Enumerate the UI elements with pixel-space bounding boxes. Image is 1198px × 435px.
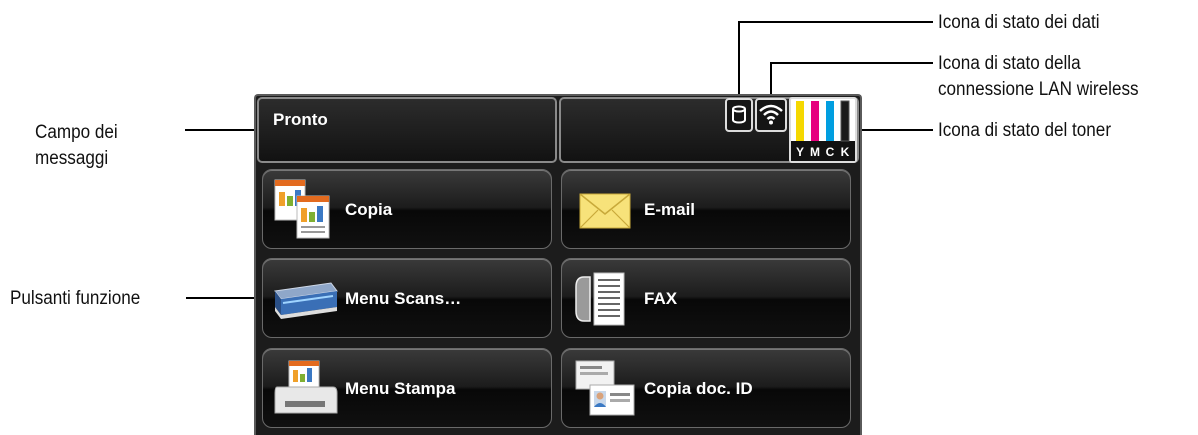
fax-button[interactable]: FAX <box>561 258 851 338</box>
label-toner-status: Icona di stato del toner <box>938 120 1112 141</box>
leader-line-data <box>738 21 740 99</box>
id-card-copy-button[interactable]: Copia doc. ID <box>561 348 851 428</box>
message-field: Pronto <box>257 97 557 163</box>
toner-letter-y: Y <box>796 145 804 159</box>
message-text: Pronto <box>273 110 328 129</box>
id-card-icon <box>575 360 635 416</box>
copy-button[interactable]: Copia <box>262 169 552 249</box>
fax-icon <box>575 272 625 326</box>
toner-bar-m <box>811 101 819 141</box>
label-function-buttons: Pulsanti funzione <box>10 288 141 309</box>
print-menu-button[interactable]: Menu Stampa <box>262 348 552 428</box>
copy-button-label: Copia <box>345 200 393 219</box>
label-wlan-status-1: Icona di stato della <box>938 53 1081 74</box>
scanner-icon <box>274 282 338 319</box>
data-status-icon <box>725 98 753 132</box>
copy-icon <box>274 179 330 239</box>
envelope-icon <box>579 193 631 229</box>
label-data-status: Icona di stato dei dati <box>938 12 1100 33</box>
toner-letter-c: C <box>826 145 835 159</box>
printer-icon <box>274 360 338 414</box>
leader-line-data-h <box>738 21 933 23</box>
toner-bar-y <box>796 101 804 141</box>
toner-status-icon: YMCK <box>789 97 857 163</box>
scan-menu-button-label: Menu Scans… <box>345 289 462 308</box>
toner-letter-k: K <box>841 145 850 159</box>
fax-button-label: FAX <box>644 289 678 308</box>
label-message-field-2: messaggi <box>35 148 109 169</box>
email-button[interactable]: E-mail <box>561 169 851 249</box>
leader-line-buttons <box>186 297 254 299</box>
leader-line-toner <box>858 129 933 131</box>
scan-menu-button[interactable]: Menu Scans… <box>262 258 552 338</box>
toner-bar-c <box>826 101 834 141</box>
toner-letter-m: M <box>810 145 820 159</box>
print-menu-button-label: Menu Stampa <box>345 379 456 398</box>
toner-bar-k <box>840 100 850 142</box>
id-card-copy-button-label: Copia doc. ID <box>644 379 753 398</box>
email-button-label: E-mail <box>644 200 696 219</box>
label-wlan-status-2: connessione LAN wireless <box>938 79 1139 100</box>
wireless-lan-icon <box>755 98 787 132</box>
leader-line-message <box>185 129 255 131</box>
label-message-field-1: Campo dei <box>35 122 118 143</box>
leader-line-wlan-h <box>770 62 933 64</box>
